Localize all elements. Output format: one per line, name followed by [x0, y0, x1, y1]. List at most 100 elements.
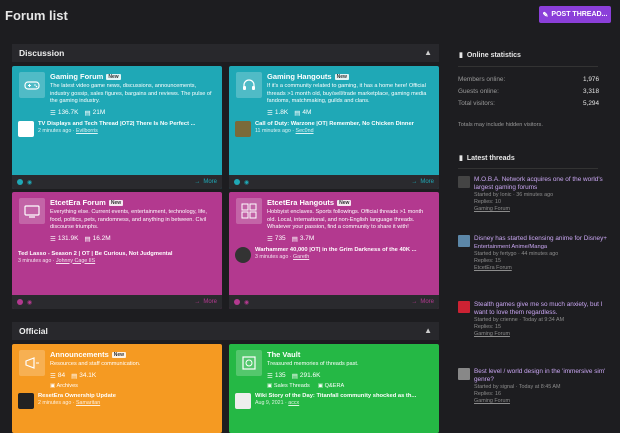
page-title: Forum list [5, 8, 68, 23]
thread-title[interactable]: Stealth games give me so much anxiety, b… [474, 301, 608, 317]
add-icon[interactable] [234, 299, 240, 305]
watch-icon[interactable]: ◉ [244, 179, 249, 186]
pencil-icon: ✎ [542, 11, 549, 19]
new-badge: New [106, 73, 121, 80]
headset-icon [236, 72, 262, 98]
latest-thread-title[interactable]: Warhammer 40,000 |OT| in the Grim Darkne… [255, 247, 417, 253]
latest-user[interactable]: Samaritan [76, 400, 100, 406]
forum-title[interactable]: The Vault [267, 350, 300, 359]
latest-thread-item[interactable]: Stealth games give me so much anxiety, b… [458, 301, 608, 338]
thread-category[interactable]: Entertainment Anime/Manga [474, 243, 607, 251]
latest-thread-title[interactable]: TV Displays and Tech Thread |OT2| There … [38, 121, 195, 127]
thread-count: 135 [274, 372, 286, 379]
total-label: Total visitors: [458, 100, 495, 107]
subforum-archives[interactable]: ▣ Archives [50, 383, 78, 389]
avatar[interactable] [235, 392, 251, 409]
more-link[interactable]: More [203, 179, 217, 185]
latest-thread-item[interactable]: Disney has started licensing anime for D… [458, 235, 608, 272]
thread-forum[interactable]: Gaming Forum [474, 206, 608, 213]
comments-icon: ▮ [459, 155, 463, 162]
divider [458, 66, 598, 67]
section-header-discussion[interactable]: Discussion ▲ [12, 44, 439, 62]
thread-forum[interactable]: Gaming Forum [474, 331, 608, 338]
forum-card-the-vault[interactable]: The Vault Treasured memories of threads … [229, 344, 439, 433]
latest-thread-title[interactable]: ResetEra Ownership Update [38, 393, 116, 399]
avatar[interactable] [235, 246, 251, 263]
total-value: 5,294 [583, 100, 599, 107]
latest-time: 3 minutes ago [255, 253, 289, 260]
forum-title[interactable]: Announcements [50, 350, 109, 359]
forum-title[interactable]: EtcetEra Hangouts [267, 198, 334, 207]
avatar[interactable] [235, 120, 251, 137]
chevron-up-icon[interactable]: ▲ [424, 48, 432, 57]
latest-user[interactable]: Johnny Cage IIS [56, 258, 95, 264]
forum-card-announcements[interactable]: Announcements New Resources and staff com… [12, 344, 222, 433]
thread-meta: Started by Ionic · 36 minutes ago [474, 192, 554, 198]
more-link[interactable]: More [203, 299, 217, 305]
section-header-official[interactable]: Official ▲ [12, 322, 439, 340]
forum-title[interactable]: Gaming Forum [50, 72, 103, 81]
latest-time: 2 minutes ago [38, 399, 72, 406]
arrow-right-icon: → [411, 299, 418, 305]
post-count: 4M [302, 109, 312, 116]
threads-icon: ☰ [50, 372, 56, 380]
forum-title[interactable]: Gaming Hangouts [267, 72, 332, 81]
post-count: 21M [92, 109, 106, 116]
avatar[interactable] [18, 392, 34, 409]
latest-user[interactable]: accx [288, 400, 299, 406]
vault-icon [236, 350, 262, 376]
latest-thread-item[interactable]: M.O.B.A. Network acquires one of the wor… [458, 176, 608, 213]
posts-icon: ▤ [84, 235, 91, 243]
thread-replies: Replies: 10 [474, 199, 501, 205]
new-badge: New [334, 73, 349, 80]
more-link[interactable]: More [420, 179, 434, 185]
tag-icon: ▣ [317, 382, 325, 389]
forum-title[interactable]: EtcetEra Forum [50, 198, 106, 207]
posts-icon: ▤ [71, 372, 78, 380]
thread-count: 136.7K [57, 109, 79, 116]
forum-description: If it's a community related to gaming, i… [267, 83, 427, 104]
forum-card-gaming-hangouts[interactable]: Gaming Hangouts New If it's a community r… [229, 66, 439, 189]
thread-replies: Replies: 16 [474, 391, 501, 397]
thread-title[interactable]: Best level / world design in the 'immers… [474, 368, 608, 384]
avatar[interactable] [18, 120, 34, 137]
add-icon[interactable] [17, 299, 23, 305]
latest-time: Aug 9, 2021 [255, 399, 284, 406]
arrow-right-icon: → [194, 299, 201, 305]
subforum-label: Q&ERA [324, 382, 345, 389]
thread-meta: Started by crienne · Today at 9:34 AM [474, 317, 565, 323]
watch-icon[interactable]: ◉ [27, 299, 32, 306]
forum-card-etcetera-forum[interactable]: EtcetEra Forum New Everything else. Curre… [12, 192, 222, 309]
thread-count: 1.8K [274, 109, 289, 116]
thread-forum[interactable]: Gaming Forum [474, 398, 608, 405]
thread-title[interactable]: Disney has started licensing anime for D… [474, 235, 607, 243]
thread-title[interactable]: M.O.B.A. Network acquires one of the wor… [474, 176, 608, 192]
latest-threads-title: ▮ Latest threads [459, 154, 515, 163]
latest-user[interactable]: Sec0nd [296, 128, 314, 134]
threads-icon: ☰ [267, 109, 273, 117]
forum-card-etcetera-hangouts[interactable]: EtcetEra Hangouts New Hobbyist enclaves. … [229, 192, 439, 309]
latest-time: 11 minutes ago [255, 127, 291, 134]
thread-forum[interactable]: EtcetEra Forum [474, 265, 607, 272]
chevron-up-icon[interactable]: ▲ [424, 326, 432, 335]
latest-thread-title[interactable]: Wiki Story of the Day: Titanfall communi… [255, 393, 416, 399]
forum-card-gaming-forum[interactable]: Gaming Forum New The latest video game ne… [12, 66, 222, 189]
arrow-right-icon: → [411, 179, 418, 185]
more-link[interactable]: More [420, 299, 434, 305]
post-thread-button[interactable]: ✎ POST THREAD... [539, 6, 611, 23]
latest-user[interactable]: Evilborris [76, 128, 98, 134]
add-icon[interactable] [234, 179, 240, 185]
latest-user[interactable]: Gareth [293, 254, 309, 260]
announcement-icon [19, 350, 45, 376]
watch-icon[interactable]: ◉ [27, 179, 32, 186]
watch-icon[interactable]: ◉ [244, 299, 249, 306]
megaphone-icon [19, 198, 45, 224]
online-stats-title: ▮ Online statistics [459, 51, 521, 60]
latest-thread-title[interactable]: Call of Duty: Warzone |OT| Remember, No … [255, 121, 414, 127]
subforum-sales-threads[interactable]: ▣ Sales Threads [267, 383, 310, 389]
latest-thread-item[interactable]: Best level / world design in the 'immers… [458, 368, 608, 405]
subforum-qera[interactable]: ▣ Q&ERA [318, 383, 344, 389]
latest-thread-title[interactable]: Ted Lasso - Season 2 | OT | Be Curious, … [18, 251, 173, 257]
tag-icon: ▣ [267, 382, 274, 389]
add-icon[interactable] [17, 179, 23, 185]
